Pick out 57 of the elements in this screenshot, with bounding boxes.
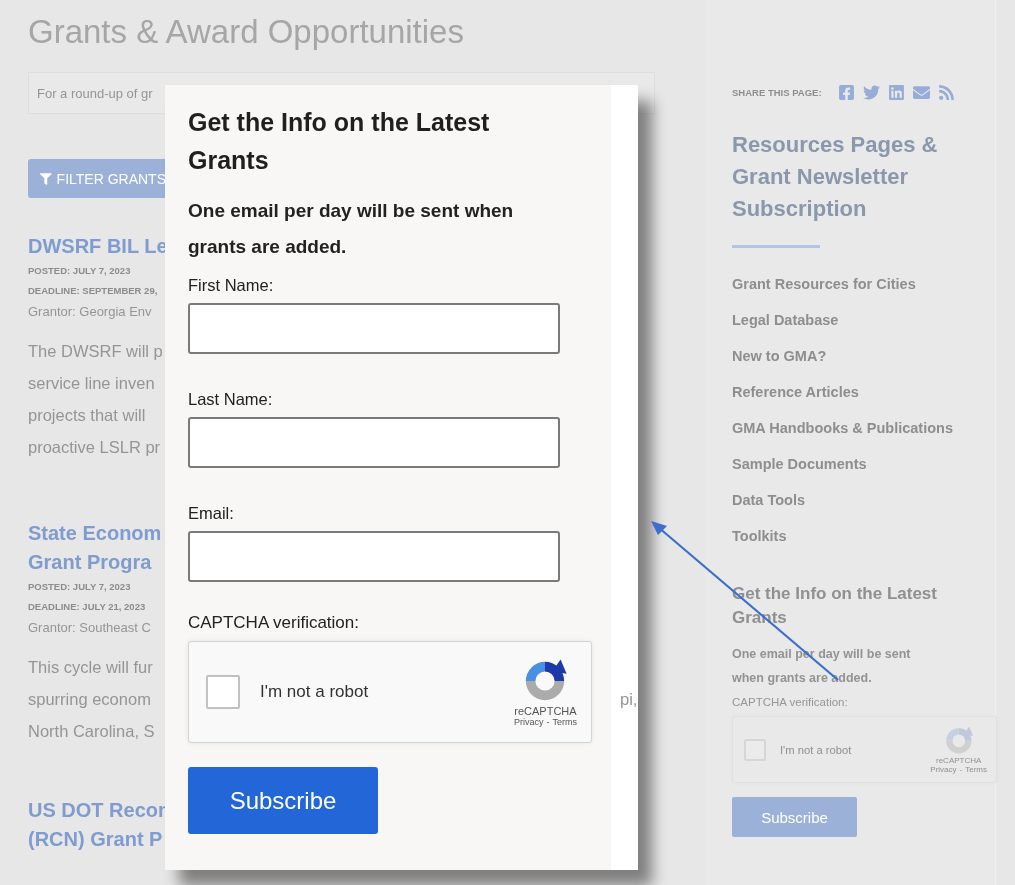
grant-description: This cycle will fur [28,657,153,678]
resource-link[interactable]: Reference Articles [732,378,859,406]
facebook-icon[interactable] [837,84,855,101]
posted-date: POSTED: JULY 7, 2023 [28,580,131,594]
grant-title[interactable]: Grant Progra [28,548,152,577]
grant-description: The DWSRF will p [28,341,163,362]
share-label: SHARE THIS PAGE: [732,87,822,98]
field-label: Last Name: [188,389,274,410]
popup-subtitle: One email per day will be sent when grants are added. [188,199,515,259]
resource-link[interactable]: Sample Documents [732,450,867,478]
resource-link[interactable]: GMA Handbooks & Publications [732,414,953,442]
resource-link[interactable]: Legal Database [732,306,839,334]
recaptcha-brand: reCAPTCHA [936,756,982,766]
captcha-label: I'm not a robot [780,743,853,756]
linkedin-icon[interactable] [887,84,905,101]
subscribe-button[interactable]: Subscribe [732,797,857,837]
separator: - [959,765,963,775]
deadline-date: DEADLINE: JULY 21, 2023 [28,600,146,614]
deadline-date: DEADLINE: SEPTEMBER 29, [28,284,158,298]
subscribe-button[interactable]: Subscribe [188,767,378,834]
resource-link[interactable]: Data Tools [732,486,806,514]
terms-link[interactable]: Terms [552,717,577,727]
posted-date: POSTED: JULY 7, 2023 [28,264,131,278]
privacy-link[interactable]: Privacy [930,765,957,775]
captcha-checkbox[interactable] [206,675,240,709]
grantor-text: Grantor: Georgia Env [28,303,152,321]
grant-description: proactive LSLR pr [28,437,161,458]
filter-icon [40,171,52,186]
sidebar-heading: Resources Pages & Grant Newsletter Subscription [732,131,939,223]
grant-title[interactable]: (RCN) Grant P [28,825,163,854]
grant-title[interactable]: State Econom [28,519,162,548]
input-field[interactable] [188,531,560,582]
field-label: Email: [188,503,235,524]
captcha-heading: CAPTCHA verification: [188,612,360,634]
mail-icon[interactable] [912,84,930,101]
twitter-icon[interactable] [862,84,880,101]
input-field[interactable] [188,303,560,354]
grant-description: North Carolina, S [28,721,155,742]
grant-description: projects that will [28,405,146,426]
grant-description: service line inven [28,373,155,394]
popup-title: Get the Info on the Latest Grants [188,107,491,176]
grant-description: spurring econom [28,689,151,710]
captcha-label: I'm not a robot [260,682,370,702]
resource-link[interactable]: Toolkits [732,522,787,550]
input-field[interactable] [188,417,560,468]
terms-link[interactable]: Terms [965,765,987,775]
privacy-link[interactable]: Privacy [514,717,544,727]
separator: - [546,717,550,727]
grant-description: pi, [620,689,638,710]
page-title: Grants & Award Opportunities [28,12,465,52]
resource-link[interactable]: Grant Resources for Cities [732,270,916,298]
resource-link[interactable]: New to GMA? [732,342,827,370]
captcha-heading: CAPTCHA verification: [732,696,849,708]
field-label: First Name: [188,275,275,296]
recaptcha-brand: reCAPTCHA [514,705,577,717]
rss-icon[interactable] [937,84,955,101]
grantor-text: Grantor: Southeast C [28,619,151,637]
